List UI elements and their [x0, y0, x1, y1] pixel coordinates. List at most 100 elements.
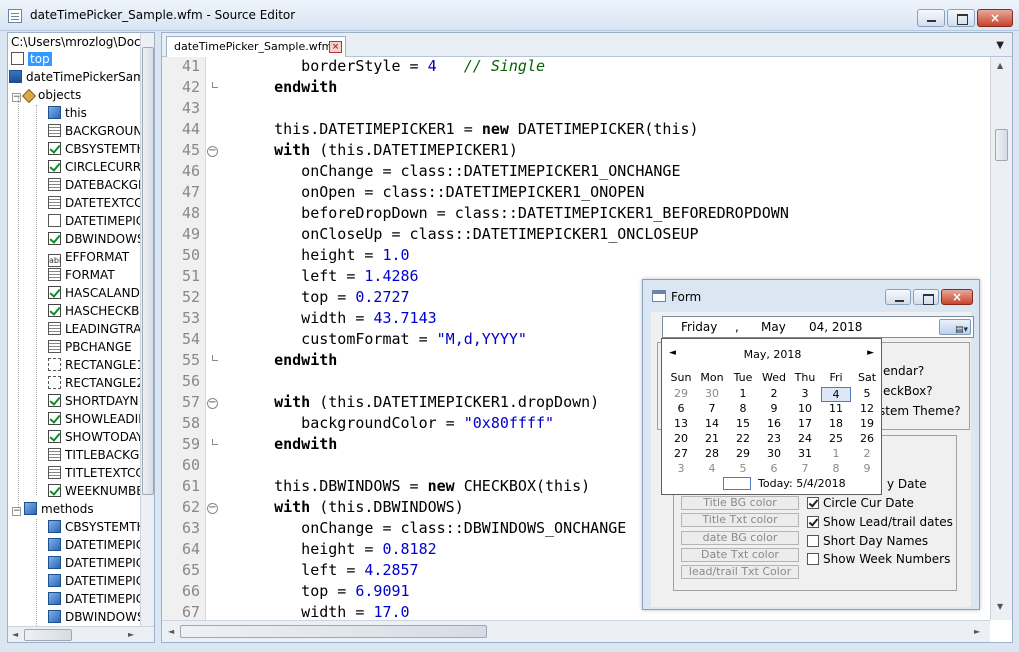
calendar-day[interactable]: 30: [759, 447, 789, 460]
show-lead-trail-checkbox[interactable]: [807, 516, 819, 528]
calendar-day[interactable]: 2: [852, 447, 882, 460]
calendar-day[interactable]: 16: [759, 417, 789, 430]
calendar-day[interactable]: 9: [759, 402, 789, 415]
code-line[interactable]: onChange = class::DATETIMEPICKER1_ONCHAN…: [247, 162, 680, 180]
tree-item-methods[interactable]: − methods: [12, 501, 94, 518]
code-line[interactable]: onCloseUp = class::DATETIMEPICKER1_ONCLO…: [247, 225, 698, 243]
calendar-day[interactable]: 29: [666, 387, 696, 400]
code-line[interactable]: borderStyle = 4 // Single: [247, 57, 545, 75]
date-txt-color-button[interactable]: Date Txt color: [681, 548, 799, 562]
tab-list-dropdown-icon[interactable]: ▼: [996, 40, 1004, 51]
calendar-day[interactable]: 22: [728, 432, 758, 445]
tree-object-item[interactable]: FORMAT: [48, 267, 115, 284]
tab-file[interactable]: dateTimePicker_Sample.wfm ×: [166, 36, 346, 57]
tree-method-item[interactable]: DATETIMEPIC: [48, 573, 144, 590]
form-maximize-button[interactable]: [913, 289, 939, 305]
code-line[interactable]: endwith: [247, 351, 337, 369]
next-month-arrow[interactable]: ►: [867, 348, 874, 358]
calendar-day[interactable]: 15: [728, 417, 758, 430]
calendar-day[interactable]: 23: [759, 432, 789, 445]
dtp-month[interactable]: May: [761, 320, 786, 334]
tree-object-item[interactable]: this: [48, 105, 87, 122]
editor-scroll-thumb[interactable]: [995, 129, 1008, 161]
calendar-day[interactable]: 8: [728, 402, 758, 415]
tree-scroll-thumb[interactable]: [142, 47, 154, 495]
calendar-day[interactable]: 18: [821, 417, 851, 430]
tree-method-item[interactable]: DATETIMEPIC: [48, 537, 144, 554]
calendar-day[interactable]: 7: [697, 402, 727, 415]
tree-object-item[interactable]: SHOWTODAY: [48, 429, 143, 446]
tree-object-item[interactable]: DATETEXTCC: [48, 195, 143, 212]
tree-object-item[interactable]: LEADINGTRA: [48, 321, 142, 338]
calendar-day[interactable]: 6: [666, 402, 696, 415]
calendar-day[interactable]: 19: [852, 417, 882, 430]
calendar-day[interactable]: 5: [852, 387, 882, 400]
tree-method-item[interactable]: DATETIMEPIC: [48, 555, 144, 572]
tree-object-item[interactable]: RECTANGLE2: [48, 375, 144, 392]
tree-object-item[interactable]: BACKGROUN: [48, 123, 142, 140]
code-line[interactable]: height = 1.0: [247, 246, 409, 264]
code-line[interactable]: with (this.DATETIMEPICKER1.dropDown): [247, 393, 599, 411]
circle-cur-date-checkbox[interactable]: [807, 497, 819, 509]
fold-toggle[interactable]: −: [207, 503, 218, 514]
code-line[interactable]: onOpen = class::DATETIMEPICKER1_ONOPEN: [247, 183, 644, 201]
code-line[interactable]: height = 0.8182: [247, 540, 436, 558]
dtp-day[interactable]: Friday: [681, 320, 717, 334]
calendar-day[interactable]: 2: [759, 387, 789, 400]
tree-object-item[interactable]: TITLEBACKGI: [48, 447, 143, 464]
tree-method-item[interactable]: DBWINDOWS: [48, 609, 145, 626]
tree-hscroll-thumb[interactable]: [24, 629, 72, 641]
calendar-day[interactable]: 6: [759, 462, 789, 475]
code-line[interactable]: customFormat = "M,d,YYYY": [247, 330, 527, 348]
maximize-button[interactable]: [947, 9, 975, 27]
form-close-button[interactable]: ×: [941, 289, 973, 305]
show-week-numbers-checkbox[interactable]: [807, 553, 819, 565]
tree-object-item[interactable]: CBSYSTEMTH: [48, 141, 146, 158]
lead-trail-txt-color-button[interactable]: lead/trail Txt Color: [681, 565, 799, 579]
tree-horizontal-scrollbar[interactable]: ◄ ►: [8, 626, 154, 642]
datetime-picker[interactable]: Friday , May 04, 2018 ▤▾: [662, 316, 974, 338]
title-txt-color-button[interactable]: Title Txt color: [681, 513, 799, 527]
editor-hscroll-thumb[interactable]: [180, 625, 487, 638]
code-line[interactable]: endwith: [247, 435, 337, 453]
calendar-day[interactable]: 25: [821, 432, 851, 445]
tree-item-file[interactable]: dateTimePickerSamp: [9, 69, 152, 86]
code-line[interactable]: left = 4.2857: [247, 561, 418, 579]
collapse-toggle[interactable]: −: [12, 507, 21, 516]
code-line[interactable]: this.DBWINDOWS = new CHECKBOX(this): [247, 477, 590, 495]
calendar-day[interactable]: 24: [790, 432, 820, 445]
title-bg-color-button[interactable]: Title BG color: [681, 496, 799, 510]
calendar-day[interactable]: 30: [697, 387, 727, 400]
calendar-day[interactable]: 21: [697, 432, 727, 445]
code-line[interactable]: top = 6.9091: [247, 582, 409, 600]
code-line[interactable]: width = 17.0: [247, 603, 409, 620]
calendar-day[interactable]: 20: [666, 432, 696, 445]
code-line[interactable]: with (this.DBWINDOWS): [247, 498, 464, 516]
code-line[interactable]: width = 43.7143: [247, 309, 436, 327]
tree-object-item[interactable]: abl EFFORMAT: [48, 249, 129, 267]
scroll-left-arrow[interactable]: ◄: [168, 627, 174, 636]
calendar-day[interactable]: 3: [790, 387, 820, 400]
calendar-day[interactable]: 13: [666, 417, 696, 430]
code-line[interactable]: with (this.DATETIMEPICKER1): [247, 141, 518, 159]
calendar-day[interactable]: 7: [790, 462, 820, 475]
tree-object-item[interactable]: WEEKNUMBE: [48, 483, 144, 500]
tree-method-item[interactable]: DATETIMEPIC: [48, 591, 144, 608]
form-minimize-button[interactable]: [885, 289, 911, 305]
tree-object-item[interactable]: CIRCLECURRI: [48, 159, 145, 176]
calendar-day[interactable]: 4: [821, 387, 851, 402]
calendar-day[interactable]: 31: [790, 447, 820, 460]
today-link[interactable]: Today: 5/4/2018: [758, 477, 846, 490]
calendar-day[interactable]: 9: [852, 462, 882, 475]
calendar-day[interactable]: 5: [728, 462, 758, 475]
close-button[interactable]: ×: [977, 9, 1013, 27]
calendar-day[interactable]: 17: [790, 417, 820, 430]
tree-object-item[interactable]: HASCHECKB(: [48, 303, 144, 320]
short-day-names-checkbox[interactable]: [807, 535, 819, 547]
fold-toggle[interactable]: −: [207, 398, 218, 409]
scroll-down-arrow[interactable]: ▼: [997, 602, 1003, 611]
tree-object-item[interactable]: TITLETEXTCC: [48, 465, 144, 482]
calendar-day[interactable]: 26: [852, 432, 882, 445]
dtp-date[interactable]: 04, 2018: [809, 320, 862, 334]
calendar-day[interactable]: 11: [821, 402, 851, 415]
